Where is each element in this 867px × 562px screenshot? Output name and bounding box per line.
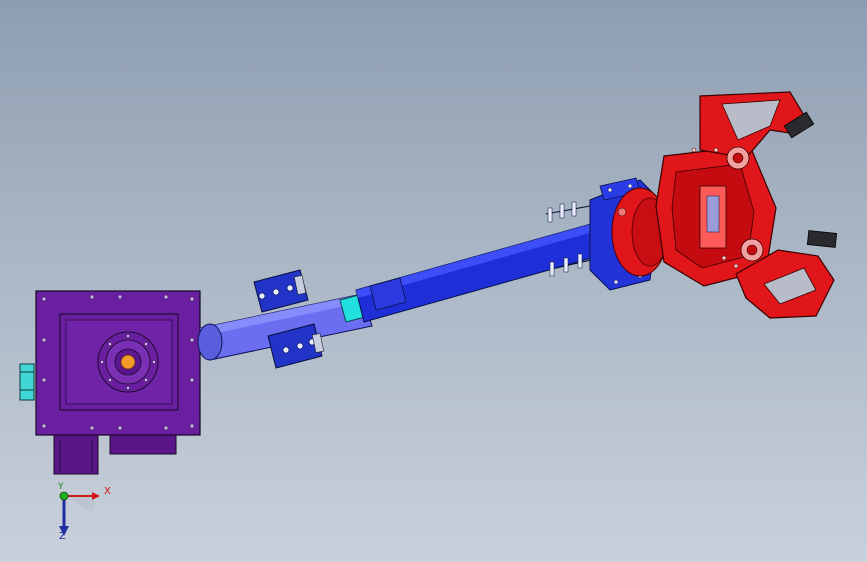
lower-finger-pad: [806, 230, 838, 248]
graphics-viewport[interactable]: X Y Z: [0, 0, 867, 562]
lower-arm-joint: [197, 323, 223, 361]
base-gearbox[interactable]: [19, 290, 201, 475]
reference-triad[interactable]: X Y Z: [44, 482, 114, 548]
lower-arm[interactable]: [197, 269, 385, 369]
axis-x-label: X: [104, 486, 111, 497]
axis-z-label: Z: [59, 531, 66, 542]
robot-arm-model[interactable]: [0, 0, 867, 562]
gripper-piston: [706, 195, 720, 233]
axis-y-label: Y: [58, 482, 64, 492]
base-foot-left: [53, 433, 99, 475]
base-side-motor: [19, 363, 35, 401]
base-shaft-center: [120, 354, 136, 370]
y-axis-dot: [59, 491, 69, 501]
gripper[interactable]: [611, 91, 838, 319]
